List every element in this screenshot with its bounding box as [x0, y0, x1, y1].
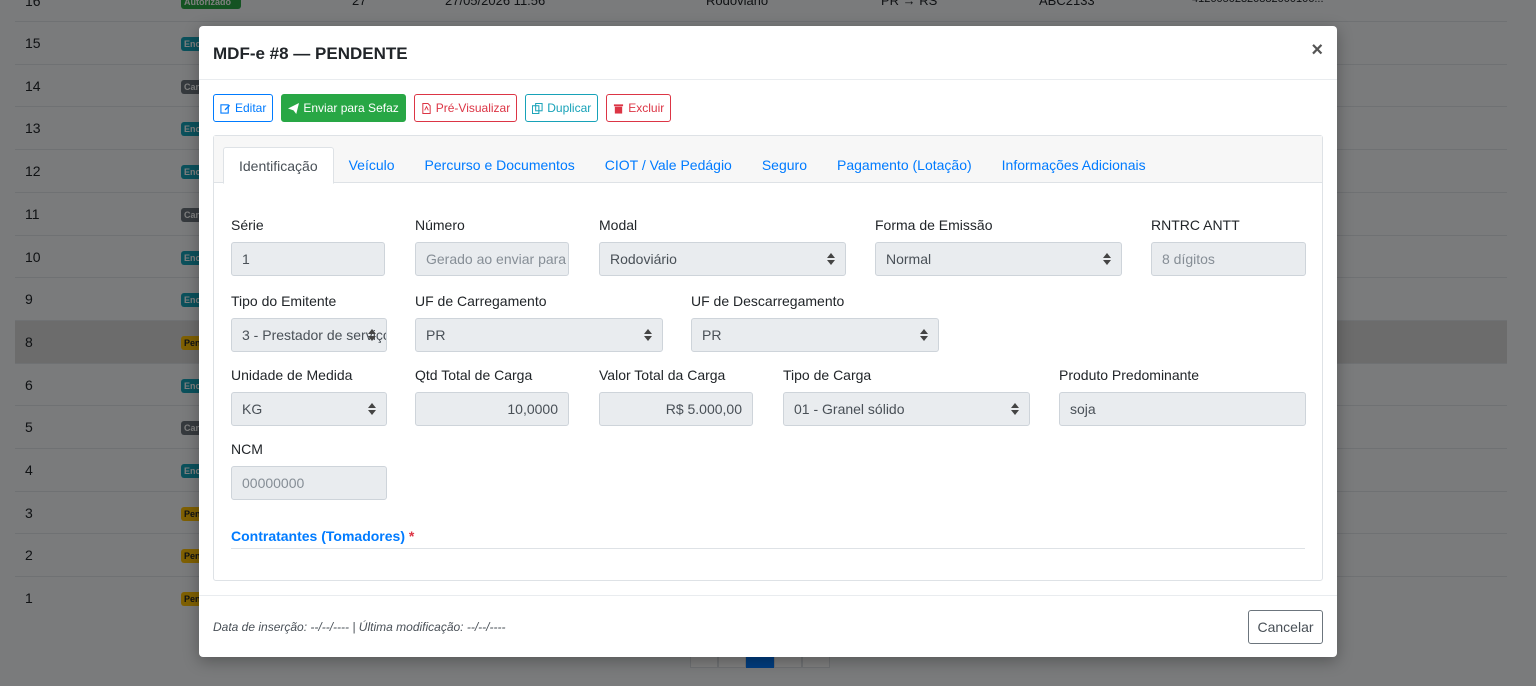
- numero-field[interactable]: Gerado ao enviar para: [415, 242, 569, 276]
- qtd-total-field[interactable]: 10,0000: [415, 392, 569, 426]
- tab-identificacao[interactable]: Identificação: [223, 147, 334, 184]
- forma-emissao-value: Normal: [886, 251, 932, 267]
- contratantes-section-title: Contratantes (Tomadores) *: [231, 528, 414, 544]
- tipo-carga-label: Tipo de Carga: [783, 367, 872, 383]
- tipo-carga-select[interactable]: 01 - Granel sólido: [783, 392, 1030, 426]
- select-caret-icon: [368, 329, 376, 341]
- produto-label: Produto Predominante: [1059, 367, 1200, 383]
- tab-percurso-documentos[interactable]: Percurso e Documentos: [410, 147, 590, 183]
- ncm-label: NCM: [231, 441, 263, 457]
- tab-veiculo[interactable]: Veículo: [334, 147, 410, 183]
- send-sefaz-button[interactable]: Enviar para Sefaz: [281, 94, 406, 122]
- trash-icon: [614, 103, 624, 114]
- forma-emissao-label: Forma de Emissão: [875, 217, 993, 233]
- close-icon[interactable]: ×: [1311, 40, 1323, 60]
- copy-icon: [532, 102, 543, 114]
- tipo-emitente-select[interactable]: 3 - Prestador de serviço: [231, 318, 387, 352]
- select-caret-icon: [1103, 253, 1111, 265]
- serie-field[interactable]: 1: [231, 242, 385, 276]
- modal-footer: Data de inserção: --/--/---- | Última mo…: [199, 595, 1337, 657]
- forma-emissao-select[interactable]: Normal: [875, 242, 1122, 276]
- edit-button[interactable]: Editar: [213, 94, 274, 122]
- required-marker: *: [408, 528, 415, 544]
- tipo-emitente-value: 3 - Prestador de serviço: [242, 327, 387, 343]
- uf-descarregamento-select[interactable]: PR: [691, 318, 939, 352]
- valor-total-field[interactable]: R$ 5.000,00: [599, 392, 753, 426]
- unidade-value: KG: [242, 401, 263, 417]
- section-divider: [231, 548, 1305, 549]
- select-caret-icon: [644, 329, 652, 341]
- modal-header: MDF-e #8 — PENDENTE ×: [199, 26, 1337, 80]
- modal-label: Modal: [599, 217, 638, 233]
- produto-field[interactable]: soja: [1059, 392, 1306, 426]
- select-caret-icon: [920, 329, 928, 341]
- tab-ciot-vale-pedagio[interactable]: CIOT / Vale Pedágio: [590, 147, 747, 183]
- tab-pagamento[interactable]: Pagamento (Lotação): [822, 147, 987, 183]
- modal-value: Rodoviário: [610, 251, 677, 267]
- contratantes-title-text: Contratantes (Tomadores): [231, 528, 405, 544]
- mdfe-modal: MDF-e #8 — PENDENTE × Editar Enviar para…: [199, 26, 1337, 657]
- tab-seguro[interactable]: Seguro: [747, 147, 822, 183]
- tipo-emitente-label: Tipo do Emitente: [231, 293, 337, 309]
- rntrc-label: RNTRC ANTT: [1151, 217, 1240, 233]
- uf-descarregamento-label: UF de Descarregamento: [691, 293, 845, 309]
- valor-total-label: Valor Total da Carga: [599, 367, 726, 383]
- cancel-button[interactable]: Cancelar: [1248, 610, 1323, 644]
- record-timestamps: Data de inserção: --/--/---- | Última mo…: [213, 620, 506, 634]
- tipo-carga-value: 01 - Granel sólido: [794, 401, 905, 417]
- numero-label: Número: [415, 217, 465, 233]
- modal-select[interactable]: Rodoviário: [599, 242, 846, 276]
- uf-carregamento-label: UF de Carregamento: [415, 293, 547, 309]
- select-caret-icon: [368, 403, 376, 415]
- edit-icon: [220, 103, 231, 114]
- duplicate-label: Duplicar: [547, 101, 592, 115]
- paper-plane-icon: [288, 102, 300, 114]
- modal-title: MDF-e #8 — PENDENTE: [213, 44, 408, 63]
- pdf-file-icon: [422, 102, 431, 114]
- select-caret-icon: [827, 253, 835, 265]
- action-toolbar: Editar Enviar para Sefaz Pré-Visualizar …: [213, 94, 672, 122]
- select-caret-icon: [1011, 403, 1019, 415]
- serie-label: Série: [231, 217, 264, 233]
- unidade-label: Unidade de Medida: [231, 367, 353, 383]
- rntrc-field[interactable]: 8 dígitos: [1151, 242, 1306, 276]
- uf-carregamento-select[interactable]: PR: [415, 318, 663, 352]
- tab-header: Identificação Veículo Percurso e Documen…: [214, 136, 1322, 184]
- tab-informacoes-adicionais[interactable]: Informações Adicionais: [987, 147, 1161, 183]
- uf-carregamento-value: PR: [426, 327, 446, 343]
- duplicate-button[interactable]: Duplicar: [525, 94, 599, 122]
- delete-button[interactable]: Excluir: [606, 94, 672, 122]
- ncm-field[interactable]: 00000000: [231, 466, 387, 500]
- unidade-select[interactable]: KG: [231, 392, 387, 426]
- send-sefaz-label: Enviar para Sefaz: [303, 101, 399, 115]
- tab-list: Identificação Veículo Percurso e Documen…: [223, 147, 1161, 184]
- form-card: Identificação Veículo Percurso e Documen…: [213, 135, 1323, 581]
- delete-label: Excluir: [628, 101, 665, 115]
- qtd-total-label: Qtd Total de Carga: [415, 367, 533, 383]
- edit-label: Editar: [235, 101, 267, 115]
- preview-button[interactable]: Pré-Visualizar: [413, 94, 518, 122]
- preview-label: Pré-Visualizar: [435, 101, 511, 115]
- uf-descarregamento-value: PR: [702, 327, 722, 343]
